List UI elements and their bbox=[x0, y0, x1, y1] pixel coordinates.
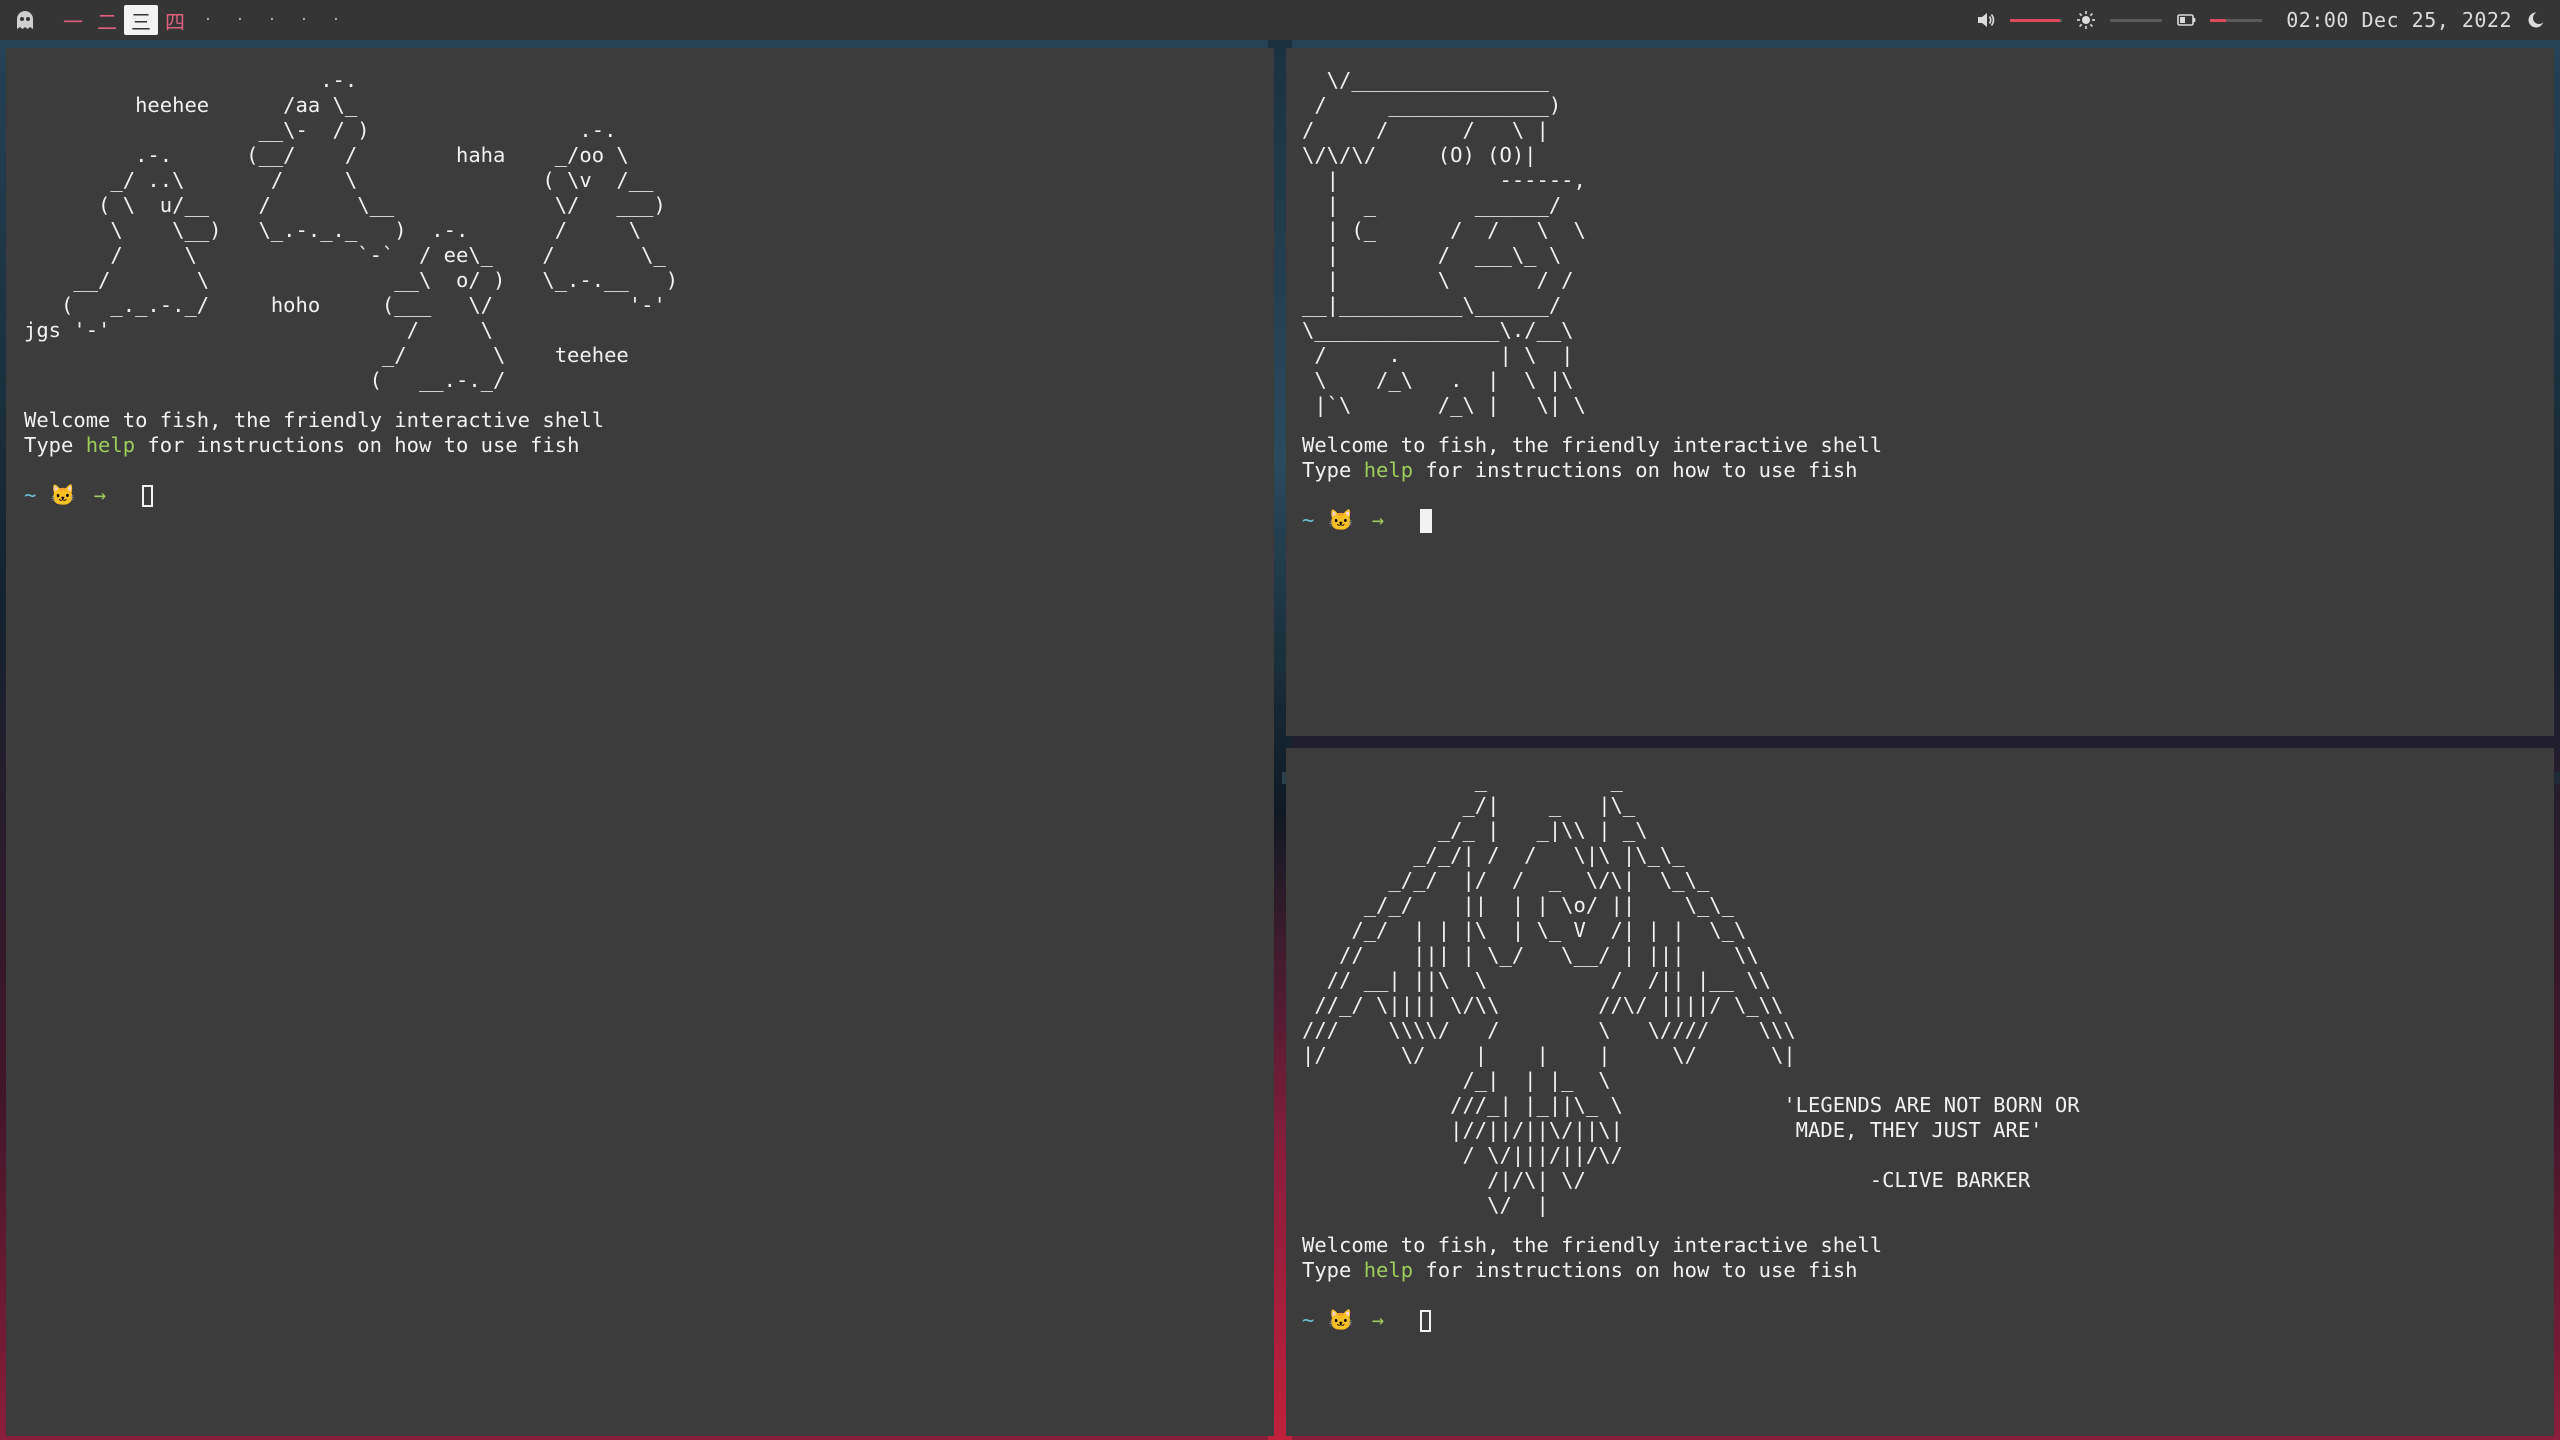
help-hint-line: Type help for instructions on how to use… bbox=[24, 433, 1274, 458]
shell-prompt[interactable]: ~ 🐱 → bbox=[24, 483, 1274, 508]
help-hint-line: Type help for instructions on how to use… bbox=[1302, 1258, 2554, 1283]
prompt-cwd: ~ bbox=[24, 483, 37, 507]
workspace-3[interactable]: 三 bbox=[124, 5, 158, 35]
workspace-empty[interactable]: · bbox=[224, 12, 256, 28]
night-mode-icon[interactable] bbox=[2526, 10, 2546, 30]
workspace-empty[interactable]: · bbox=[192, 12, 224, 28]
welcome-line: Welcome to fish, the friendly interactiv… bbox=[24, 408, 605, 432]
cat-icon: 🐱 bbox=[1328, 508, 1354, 532]
workspace-2[interactable]: 二 bbox=[90, 5, 124, 35]
workspace-empty[interactable]: · bbox=[256, 12, 288, 28]
help-command: help bbox=[1363, 458, 1414, 482]
arrow-icon: → bbox=[93, 483, 107, 507]
help-hint-suffix: for instructions on how to use fish bbox=[1413, 458, 1858, 482]
text-cursor[interactable] bbox=[142, 484, 154, 507]
help-hint-line: Type help for instructions on how to use… bbox=[1302, 458, 2554, 483]
brightness-slider[interactable] bbox=[2110, 18, 2163, 22]
ghost-icon[interactable] bbox=[14, 9, 36, 31]
workspace-empty[interactable]: · bbox=[288, 12, 320, 28]
terminal-window-top-right[interactable]: \/________________ / _____________) / / … bbox=[1286, 48, 2554, 736]
arrow-icon: → bbox=[1371, 508, 1385, 532]
workspace-empty[interactable]: · bbox=[320, 12, 352, 28]
text-cursor[interactable] bbox=[1420, 1309, 1432, 1332]
help-command: help bbox=[85, 433, 136, 457]
arrow-icon: → bbox=[1371, 1308, 1385, 1332]
prompt-cwd: ~ bbox=[1302, 508, 1315, 532]
volume-icon[interactable] bbox=[1976, 10, 1996, 30]
help-hint-prefix: Type bbox=[1302, 458, 1364, 482]
ascii-art: .-. heehee /aa \_ __\- / ) .-. .-. (__/ … bbox=[24, 68, 679, 392]
battery-meter bbox=[2210, 18, 2263, 22]
text-cursor[interactable] bbox=[1420, 508, 1433, 533]
volume-level bbox=[2010, 18, 2060, 22]
workspace-list: 一 二 三 四 · · · · · bbox=[56, 5, 352, 35]
welcome-line: Welcome to fish, the friendly interactiv… bbox=[1302, 1233, 1883, 1257]
help-hint-prefix: Type bbox=[1302, 1258, 1364, 1282]
clock[interactable]: 02:00 Dec 25, 2022 bbox=[2286, 8, 2512, 32]
cat-icon: 🐱 bbox=[1328, 1308, 1354, 1332]
help-hint-prefix: Type bbox=[24, 433, 86, 457]
volume-slider[interactable] bbox=[2010, 18, 2063, 22]
welcome-line: Welcome to fish, the friendly interactiv… bbox=[1302, 433, 1883, 457]
prompt-cwd: ~ bbox=[1302, 1308, 1315, 1332]
workspace-4[interactable]: 四 bbox=[158, 5, 192, 35]
welcome-message: Welcome to fish, the friendly interactiv… bbox=[1302, 433, 2554, 483]
terminal-window-left[interactable]: .-. heehee /aa \_ __\- / ) .-. .-. (__/ … bbox=[6, 48, 1274, 1436]
help-hint-suffix: for instructions on how to use fish bbox=[135, 433, 580, 457]
help-command: help bbox=[1363, 1258, 1414, 1282]
welcome-message: Welcome to fish, the friendly interactiv… bbox=[24, 408, 1274, 458]
workspace-1[interactable]: 一 bbox=[56, 5, 90, 35]
battery-level bbox=[2210, 18, 2226, 22]
ascii-art: _ _ _/| _ |\_ _/_ | _|\\ | _\ _/_/| / / … bbox=[1302, 768, 2080, 1217]
status-bar: 一 二 三 四 · · · · · 02:00 Dec 25, 2022 bbox=[0, 0, 2560, 40]
terminal-window-bottom-right[interactable]: _ _ _/| _ |\_ _/_ | _|\\ | _\ _/_/| / / … bbox=[1286, 748, 2554, 1436]
cat-icon: 🐱 bbox=[50, 483, 76, 507]
brightness-icon[interactable] bbox=[2076, 10, 2096, 30]
shell-prompt[interactable]: ~ 🐱 → bbox=[1302, 508, 2554, 533]
welcome-message: Welcome to fish, the friendly interactiv… bbox=[1302, 1233, 2554, 1283]
ascii-art: \/________________ / _____________) / / … bbox=[1302, 68, 1586, 417]
help-hint-suffix: for instructions on how to use fish bbox=[1413, 1258, 1858, 1282]
battery-icon[interactable] bbox=[2176, 10, 2196, 30]
shell-prompt[interactable]: ~ 🐱 → bbox=[1302, 1308, 2554, 1333]
